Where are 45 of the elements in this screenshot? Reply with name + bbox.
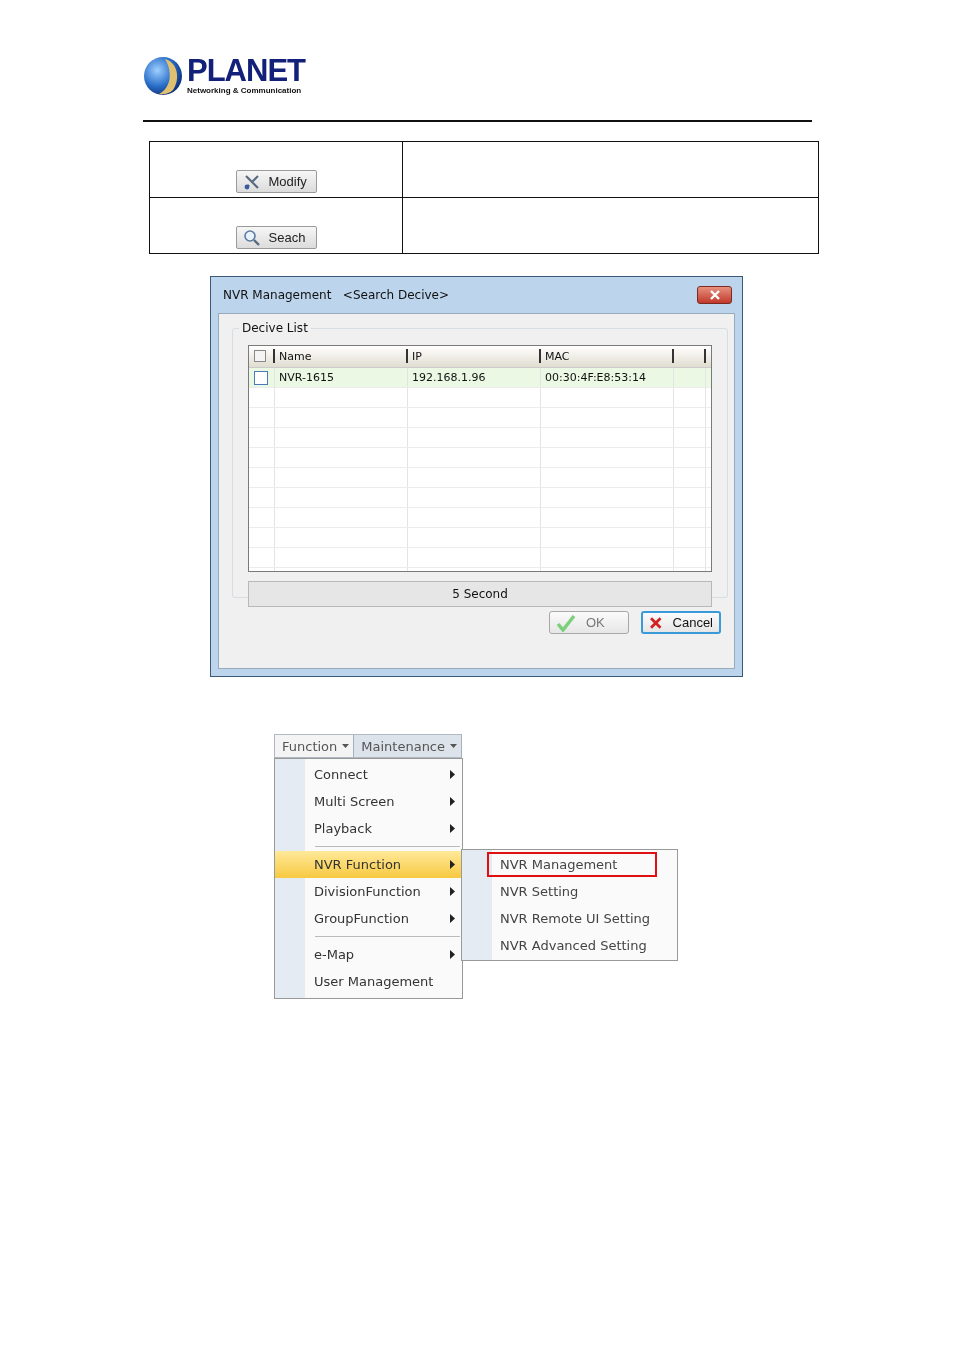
column-header[interactable]: IP	[412, 349, 422, 363]
dropdown-caret-icon	[450, 744, 458, 748]
menu-item[interactable]: Multi Screen	[275, 788, 462, 815]
submenu-arrow-icon	[450, 797, 455, 806]
menu-item[interactable]: NVR Function	[275, 851, 462, 878]
menu-item[interactable]: User Management	[275, 968, 462, 995]
column-header[interactable]: Name	[279, 349, 312, 363]
tools-icon	[242, 172, 261, 191]
menu-item[interactable]: Playback	[275, 815, 462, 842]
close-icon	[708, 290, 721, 300]
menu-item[interactable]: NVR Setting	[464, 878, 672, 905]
search-icon	[242, 228, 261, 247]
menu-item[interactable]: GroupFunction	[275, 905, 462, 932]
submenu-arrow-icon	[450, 887, 455, 896]
submenu-arrow-icon	[450, 914, 455, 923]
table-cell: NVR-1615	[279, 371, 334, 384]
submenu-arrow-icon	[450, 770, 455, 779]
brand-name: PLANET	[187, 56, 305, 86]
window-title: NVR Management <Search Decive>	[223, 288, 450, 302]
table-row[interactable]: NVR-1615 192.168.1.96 00:30:4F:E8:53:14	[249, 368, 711, 388]
dropdown-caret-icon	[342, 744, 350, 748]
table-cell: 00:30:4F:E8:53:14	[545, 371, 646, 384]
menu-tab[interactable]: Maintenance	[354, 735, 463, 757]
menu-item[interactable]: NVR Remote UI Setting	[464, 905, 672, 932]
brand-tagline: Networking & Communication	[187, 86, 303, 96]
table-cell: 192.168.1.96	[412, 371, 486, 384]
header-checkbox[interactable]	[254, 350, 266, 362]
submenu-arrow-icon	[450, 860, 455, 869]
column-header[interactable]: MAC	[545, 349, 570, 363]
close-button[interactable]	[697, 286, 732, 304]
submenu-arrow-icon	[450, 950, 455, 959]
menu-item[interactable]: Connect	[275, 761, 462, 788]
checkmark-icon	[556, 613, 576, 632]
globe-logo-icon	[143, 56, 183, 96]
cancel-button[interactable]: Cancel	[641, 611, 721, 634]
modify-button[interactable]: Modify	[235, 170, 317, 193]
search-button[interactable]: Seach	[235, 226, 317, 249]
menu-tab[interactable]: Function	[275, 735, 355, 757]
submenu-arrow-icon	[450, 824, 455, 833]
menu-item[interactable]: NVR Management	[486, 851, 658, 878]
row-checkbox[interactable]	[254, 370, 268, 385]
menu-item[interactable]: e-Map	[275, 941, 462, 968]
group-label: Decive List	[239, 321, 311, 335]
menu-item[interactable]: DivisionFunction	[275, 878, 462, 905]
menu-item[interactable]: NVR Advanced Setting	[464, 932, 672, 959]
